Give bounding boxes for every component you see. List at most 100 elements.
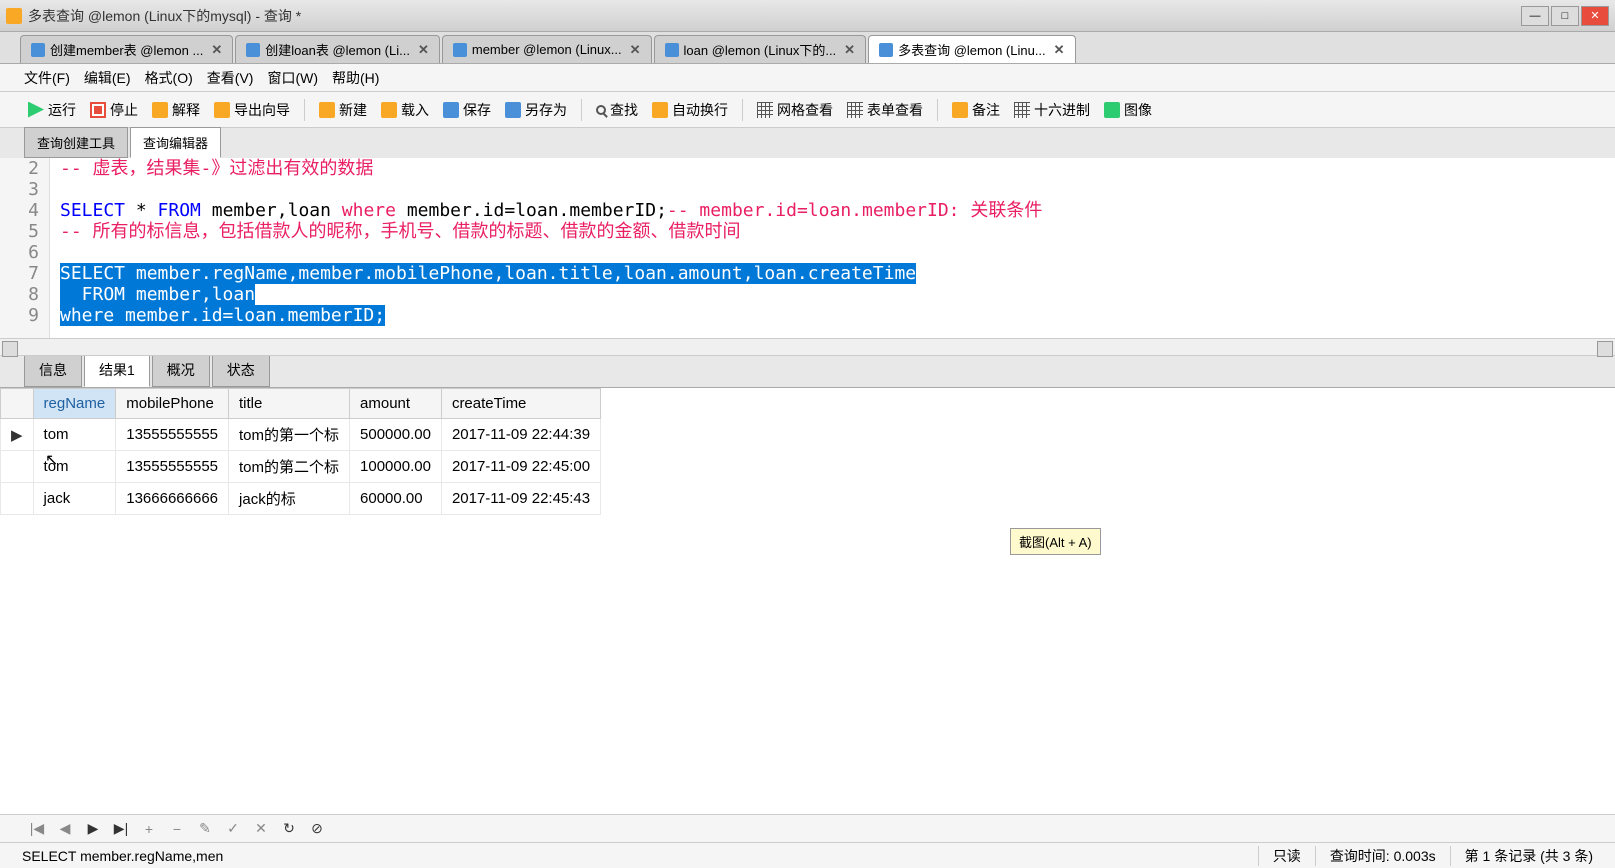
sql-editor[interactable]: 23456789 -- 虚表，结果集-》过滤出有效的数据 SELECT * FR… <box>0 158 1615 338</box>
col-mobilephone[interactable]: mobilePhone <box>116 389 229 419</box>
status-query: SELECT member.regName,men <box>8 848 1258 864</box>
code-area[interactable]: -- 虚表，结果集-》过滤出有效的数据 SELECT * FROM member… <box>50 158 1615 338</box>
tab-profile[interactable]: 概况 <box>152 353 210 387</box>
save-button[interactable]: 保存 <box>439 98 495 122</box>
nav-refresh[interactable]: ↻ <box>280 820 298 838</box>
load-button[interactable]: 载入 <box>377 98 433 122</box>
table-row[interactable]: ▶tom13555555555tom的第一个标500000.002017-11-… <box>1 419 601 451</box>
menu-window[interactable]: 窗口(W) <box>267 68 318 88</box>
tab-label: member @lemon (Linux... <box>472 42 622 57</box>
cell[interactable]: 13555555555 <box>116 419 229 451</box>
document-tabs: 创建member表 @lemon ... ✕ 创建loan表 @lemon (Li… <box>0 32 1615 64</box>
image-icon <box>1104 102 1120 118</box>
label: 载入 <box>401 100 429 120</box>
cell[interactable]: 100000.00 <box>350 451 442 483</box>
tab-query-editor[interactable]: 查询编辑器 <box>130 127 221 158</box>
tab-multi-query[interactable]: 多表查询 @lemon (Linu...✕ <box>868 35 1075 63</box>
tab-result1[interactable]: 结果1 <box>84 353 150 387</box>
nav-edit[interactable]: ✎ <box>196 820 214 838</box>
tab-member[interactable]: member @lemon (Linux... ✕ <box>442 35 652 63</box>
label: 备注 <box>972 100 1000 120</box>
nav-stop[interactable]: ⊘ <box>308 820 326 838</box>
tab-label: 创建member表 @lemon ... <box>50 40 203 59</box>
nav-prev[interactable]: ◀ <box>56 820 74 838</box>
maximize-button[interactable]: □ <box>1551 6 1579 26</box>
label: 图像 <box>1124 100 1152 120</box>
cell[interactable]: 500000.00 <box>350 419 442 451</box>
cell[interactable]: tom的第二个标 <box>229 451 350 483</box>
run-button[interactable]: 运行 <box>24 98 80 122</box>
close-button[interactable]: ✕ <box>1581 6 1609 26</box>
hex-button[interactable]: 十六进制 <box>1010 98 1094 122</box>
tab-icon <box>665 43 679 57</box>
label: 表单查看 <box>867 100 923 120</box>
cell[interactable]: 60000.00 <box>350 483 442 515</box>
nav-first[interactable]: |◀ <box>28 820 46 838</box>
tab-icon <box>31 43 45 57</box>
gridview-button[interactable]: 网格查看 <box>753 98 837 122</box>
cell[interactable]: 13555555555 <box>116 451 229 483</box>
new-button[interactable]: 新建 <box>315 98 371 122</box>
nav-cancel[interactable]: ✕ <box>252 820 270 838</box>
cell[interactable]: 2017-11-09 22:45:00 <box>441 451 600 483</box>
col-amount[interactable]: amount <box>350 389 442 419</box>
tab-create-loan[interactable]: 创建loan表 @lemon (Li...✕ <box>235 35 440 63</box>
status-mode: 只读 <box>1258 846 1315 866</box>
title-bar: 多表查询 @lemon (Linux下的mysql) - 查询 * — □ ✕ <box>0 0 1615 32</box>
formview-button[interactable]: 表单查看 <box>843 98 927 122</box>
col-createtime[interactable]: createTime <box>441 389 600 419</box>
menu-edit[interactable]: 编辑(E) <box>84 68 131 88</box>
tab-icon <box>453 43 467 57</box>
menu-file[interactable]: 文件(F) <box>24 68 70 88</box>
tab-label: loan @lemon (Linux下的... <box>684 40 837 59</box>
nav-delete[interactable]: − <box>168 820 186 838</box>
image-button[interactable]: 图像 <box>1100 98 1156 122</box>
saveas-button[interactable]: 另存为 <box>501 98 571 122</box>
editor-hscrollbar[interactable] <box>0 338 1615 356</box>
close-icon[interactable]: ✕ <box>211 42 222 58</box>
nav-last[interactable]: ▶| <box>112 820 130 838</box>
stop-icon <box>90 102 106 118</box>
minimize-button[interactable]: — <box>1521 6 1549 26</box>
cell[interactable]: jack <box>33 483 116 515</box>
menu-view[interactable]: 查看(V) <box>207 68 254 88</box>
explain-button[interactable]: 解释 <box>148 98 204 122</box>
tab-info[interactable]: 信息 <box>24 353 82 387</box>
close-icon[interactable]: ✕ <box>630 42 641 58</box>
find-button[interactable]: 查找 <box>592 98 642 122</box>
cell[interactable]: tom <box>33 419 116 451</box>
table-row[interactable]: tom13555555555tom的第二个标100000.002017-11-0… <box>1 451 601 483</box>
tab-query-builder[interactable]: 查询创建工具 <box>24 127 128 158</box>
result-grid[interactable]: regName mobilePhone title amount createT… <box>0 388 601 515</box>
cell[interactable]: jack的标 <box>229 483 350 515</box>
close-icon[interactable]: ✕ <box>1054 42 1065 58</box>
col-regname[interactable]: regName <box>33 389 116 419</box>
menu-format[interactable]: 格式(O) <box>145 68 193 88</box>
nav-next[interactable]: ▶ <box>84 820 102 838</box>
tab-status[interactable]: 状态 <box>212 353 270 387</box>
table-row[interactable]: jack13666666666jack的标60000.002017-11-09 … <box>1 483 601 515</box>
nav-commit[interactable]: ✓ <box>224 820 242 838</box>
cell[interactable]: 13666666666 <box>116 483 229 515</box>
cell[interactable]: 2017-11-09 22:44:39 <box>441 419 600 451</box>
tab-loan[interactable]: loan @lemon (Linux下的... ✕ <box>654 35 867 63</box>
row-indicator <box>1 451 34 483</box>
cell[interactable]: tom <box>33 451 116 483</box>
row-indicator: ▶ <box>1 419 34 451</box>
label: 网格查看 <box>777 100 833 120</box>
stop-button[interactable]: 停止 <box>86 98 142 122</box>
wrap-button[interactable]: 自动换行 <box>648 98 732 122</box>
menu-help[interactable]: 帮助(H) <box>332 68 379 88</box>
cell[interactable]: tom的第一个标 <box>229 419 350 451</box>
row-indicator <box>1 483 34 515</box>
col-title[interactable]: title <box>229 389 350 419</box>
note-button[interactable]: 备注 <box>948 98 1004 122</box>
tab-create-member[interactable]: 创建member表 @lemon ... ✕ <box>20 35 233 63</box>
cell[interactable]: 2017-11-09 22:45:43 <box>441 483 600 515</box>
nav-add[interactable]: + <box>140 820 158 838</box>
window-title: 多表查询 @lemon (Linux下的mysql) - 查询 * <box>28 6 1521 26</box>
close-icon[interactable]: ✕ <box>844 42 855 58</box>
export-button[interactable]: 导出向导 <box>210 98 294 122</box>
toolbar: 运行 停止 解释 导出向导 新建 载入 保存 另存为 查找 自动换行 网格查看 … <box>0 92 1615 128</box>
close-icon[interactable]: ✕ <box>418 42 429 58</box>
